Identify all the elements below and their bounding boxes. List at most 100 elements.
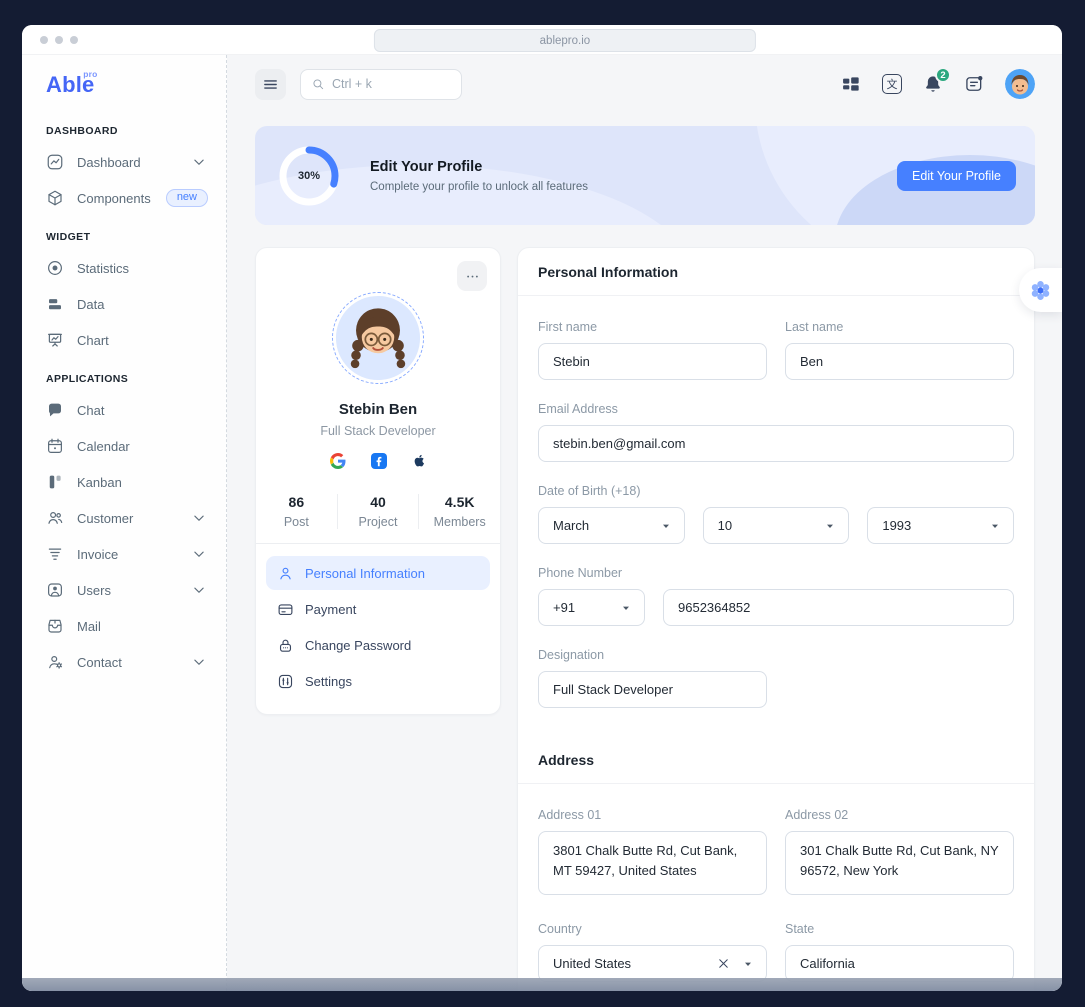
phone-country-code-select[interactable]: +91 (538, 589, 645, 626)
designation-field: Designation (538, 648, 767, 708)
sidebar-item-customer[interactable]: Customer (22, 500, 226, 536)
mail-inbox-icon (46, 617, 64, 635)
address2-field: Address 02 301 Chalk Butte Rd, Cut Bank,… (785, 808, 1014, 900)
facebook-icon[interactable] (371, 453, 387, 469)
calendar-icon (46, 437, 64, 455)
caret-down-icon (822, 518, 838, 534)
edit-profile-button[interactable]: Edit Your Profile (897, 161, 1016, 191)
profile-completion-banner: 30% Edit Your Profile Complete your prof… (255, 126, 1035, 225)
sidebar: Ablepro DASHBOARD Dashboard Components n… (22, 55, 227, 991)
data-bars-icon (46, 295, 64, 313)
card-options-button[interactable] (457, 261, 487, 291)
menu-personal-information[interactable]: Personal Information (266, 556, 490, 590)
messages-button[interactable] (964, 74, 984, 94)
sidebar-item-dashboard[interactable]: Dashboard (22, 144, 226, 180)
translate-icon: 文 (882, 74, 902, 94)
section-title-personal-information: Personal Information (518, 248, 1034, 296)
sidebar-item-calendar[interactable]: Calendar (22, 428, 226, 464)
sidebar-item-chart[interactable]: Chart (22, 322, 226, 358)
sidebar-item-components[interactable]: Components new (22, 180, 226, 216)
apple-icon[interactable] (412, 452, 427, 469)
dob-day-select[interactable]: 10 (703, 507, 850, 544)
sidebar-item-chat[interactable]: Chat (22, 392, 226, 428)
menu-toggle-button[interactable] (255, 69, 286, 100)
email-field: Email Address (538, 402, 1014, 462)
profile-name: Stebin Ben (256, 401, 500, 418)
sidebar-item-data[interactable]: Data (22, 286, 226, 322)
search-box[interactable] (300, 69, 462, 100)
progress-percent-label: 30% (278, 145, 340, 207)
address2-textarea[interactable]: 301 Chalk Butte Rd, Cut Bank, NY 96572, … (785, 831, 1014, 895)
phone-number-input[interactable] (663, 589, 1014, 626)
search-input[interactable] (332, 77, 451, 91)
banner-title: Edit Your Profile (370, 159, 588, 175)
ellipsis-icon (465, 269, 480, 284)
sidebar-item-contact[interactable]: Contact (22, 644, 226, 680)
sidebar-item-kanban[interactable]: Kanban (22, 464, 226, 500)
state-field: State (785, 922, 1014, 982)
theme-settings-button[interactable] (1019, 268, 1062, 312)
search-icon (311, 77, 325, 91)
menu-settings[interactable]: Settings (266, 664, 490, 698)
sidebar-item-mail[interactable]: Mail (22, 608, 226, 644)
last-name-field: Last name (785, 320, 1014, 380)
components-box-icon (46, 189, 64, 207)
notifications-button[interactable]: 2 (923, 74, 943, 94)
sidebar-item-statistics[interactable]: Statistics (22, 250, 226, 286)
sidebar-item-users[interactable]: Users (22, 572, 226, 608)
profile-card: Stebin Ben Full Stack Developer (255, 247, 501, 715)
email-input[interactable] (538, 425, 1014, 462)
customer-users-icon (46, 509, 64, 527)
profile-progress-ring: 30% (278, 145, 340, 207)
clear-selection-icon[interactable] (716, 956, 731, 971)
country-select[interactable]: United States (538, 945, 767, 982)
users-card-icon (46, 581, 64, 599)
main-area: 文 2 (227, 55, 1062, 991)
window-bottom-edge (22, 978, 1062, 991)
caret-down-icon (658, 518, 674, 534)
hamburger-icon (262, 76, 279, 93)
user-avatar[interactable] (1005, 69, 1035, 99)
designation-input[interactable] (538, 671, 767, 708)
chat-bubble-icon (46, 401, 64, 419)
menu-change-password[interactable]: Change Password (266, 628, 490, 662)
caret-down-icon (740, 956, 756, 972)
address1-field: Address 01 3801 Chalk Butte Rd, Cut Bank… (538, 808, 767, 900)
notification-count-badge: 2 (935, 67, 951, 83)
caret-down-icon (618, 600, 634, 616)
translate-button[interactable]: 文 (882, 74, 902, 94)
section-title-address: Address (518, 736, 1034, 784)
personal-information-card: Personal Information First name Last nam… (517, 247, 1035, 991)
apps-grid-button[interactable] (841, 74, 861, 94)
profile-role: Full Stack Developer (256, 424, 500, 438)
dob-month-select[interactable]: March (538, 507, 685, 544)
person-icon (277, 565, 294, 582)
nav-section-title: APPLICATIONS (22, 358, 226, 392)
statistics-target-icon (46, 259, 64, 277)
settings-sliders-icon (277, 673, 294, 690)
dashboard-icon (46, 153, 64, 171)
invoice-icon (46, 545, 64, 563)
lock-icon (277, 637, 294, 654)
country-field: Country United States (538, 922, 767, 982)
chevron-down-icon (190, 581, 208, 599)
url-bar[interactable]: ablepro.io (374, 29, 756, 52)
last-name-input[interactable] (785, 343, 1014, 380)
chart-board-icon (46, 331, 64, 349)
menu-payment[interactable]: Payment (266, 592, 490, 626)
google-icon[interactable] (330, 453, 346, 469)
sidebar-item-invoice[interactable]: Invoice (22, 536, 226, 572)
first-name-input[interactable] (538, 343, 767, 380)
brand-logo[interactable]: Ablepro (46, 72, 94, 98)
message-note-icon (964, 74, 984, 94)
nav-section-title: DASHBOARD (22, 110, 226, 144)
kanban-icon (46, 473, 64, 491)
caret-down-icon (987, 518, 1003, 534)
chevron-down-icon (190, 153, 208, 171)
dob-year-select[interactable]: 1993 (867, 507, 1014, 544)
address1-textarea[interactable]: 3801 Chalk Butte Rd, Cut Bank, MT 59427,… (538, 831, 767, 895)
dob-field: Date of Birth (+18) March 10 (538, 484, 1014, 544)
settings-flower-icon (1029, 279, 1052, 302)
state-input[interactable] (785, 945, 1014, 982)
apps-grid-icon (841, 74, 861, 94)
